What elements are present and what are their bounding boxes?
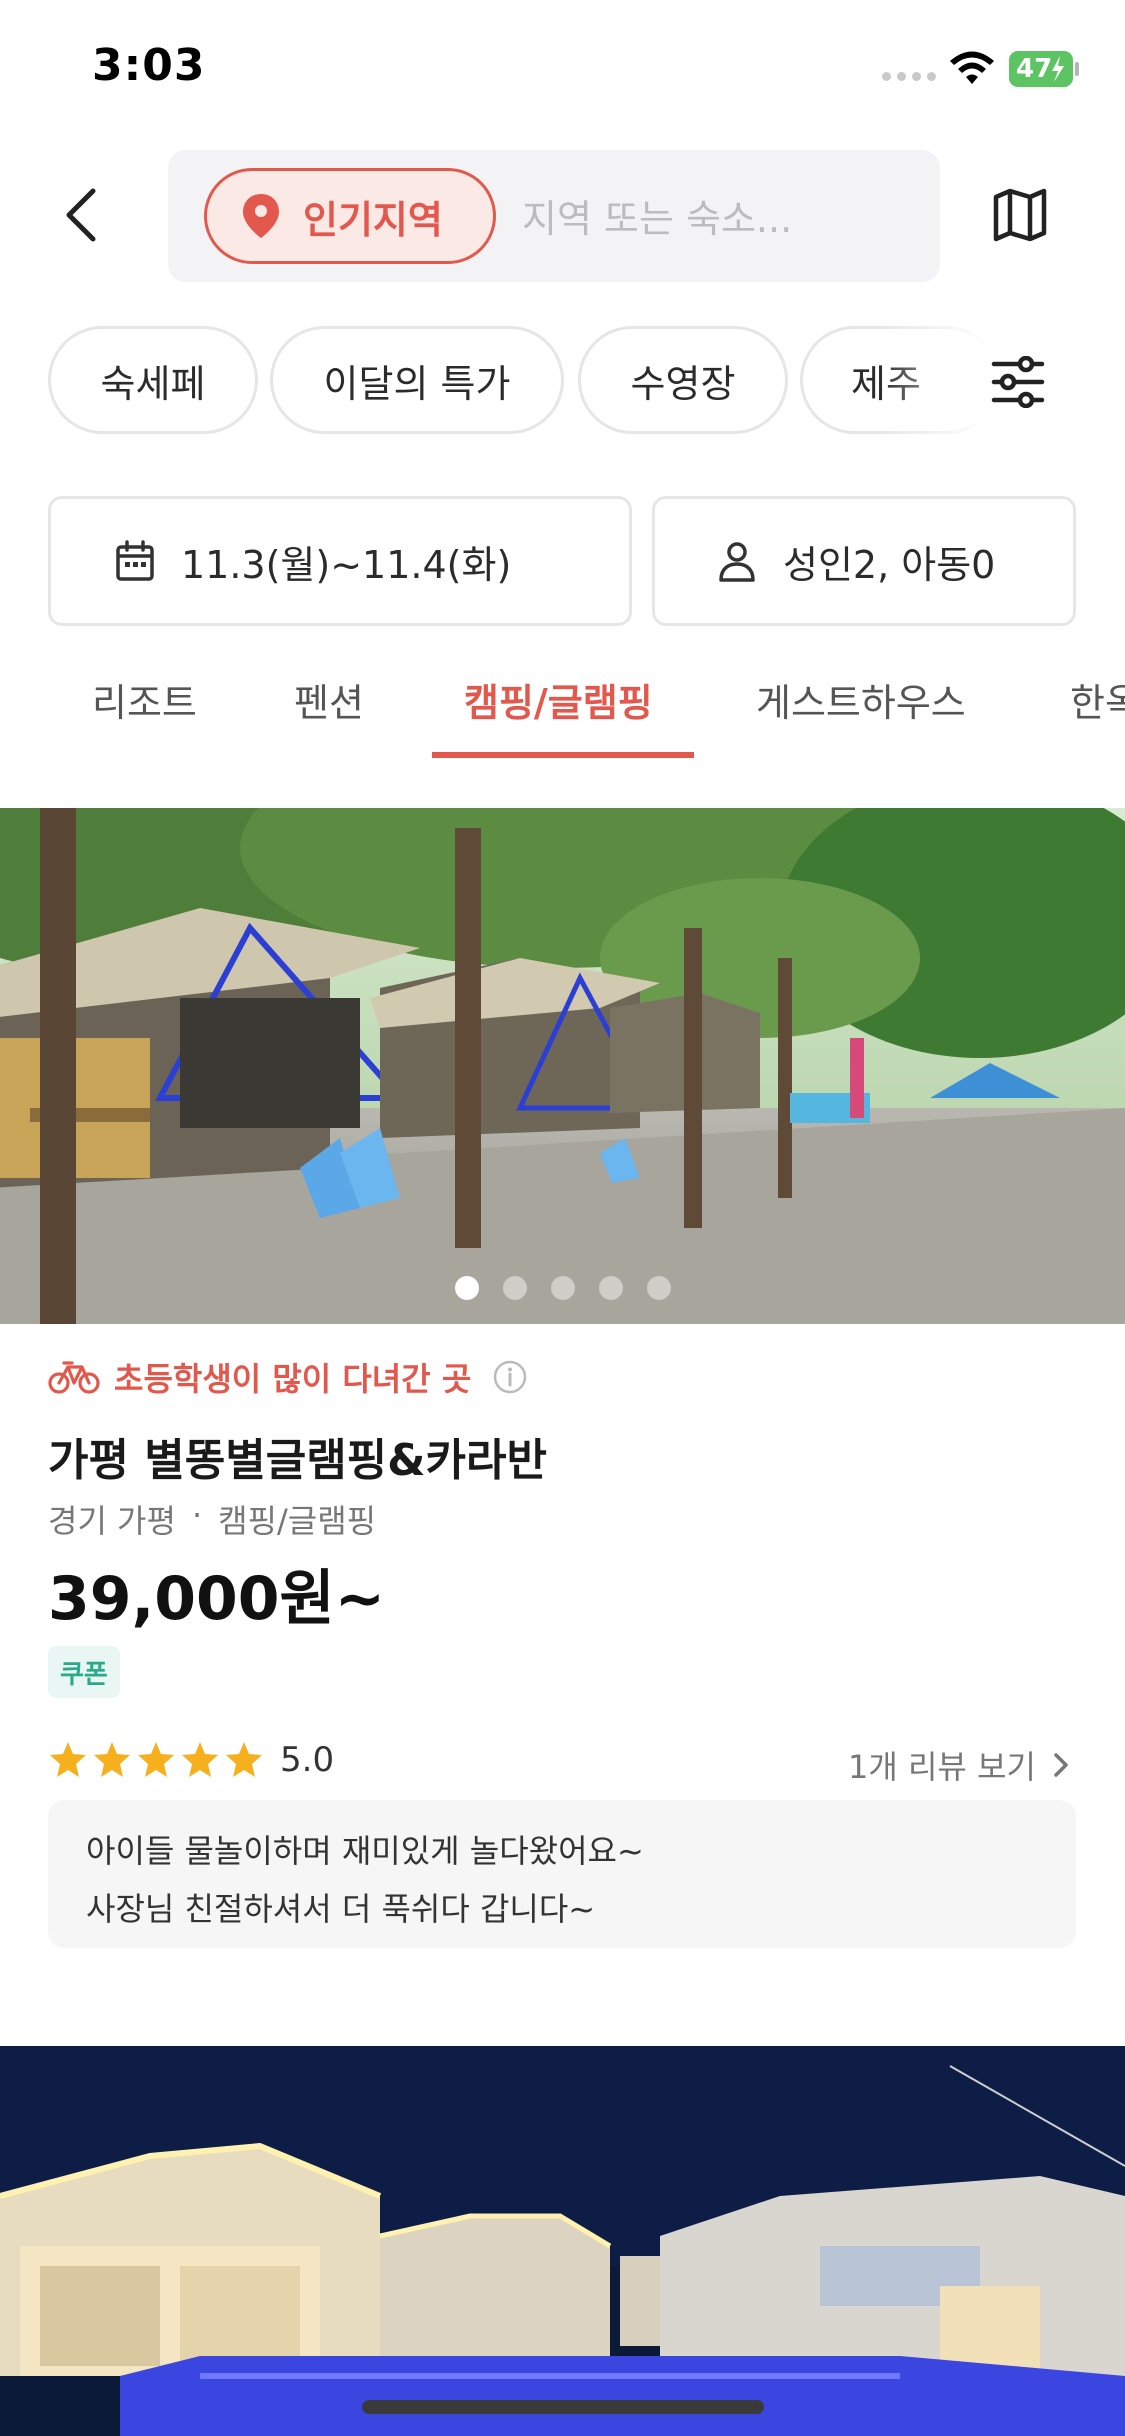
glamping-photo xyxy=(0,808,1125,1324)
listing-region: 경기 가평 xyxy=(48,1502,176,1540)
tab-hanok[interactable]: 한옥 xyxy=(1070,672,1125,727)
carousel-dot xyxy=(502,1276,527,1300)
listing-price: 39,000원~ xyxy=(48,1564,386,1634)
popular-region-chip[interactable]: 인기지역 xyxy=(204,168,496,264)
location-pin-icon xyxy=(243,194,279,238)
listing-badge: 초등학생이 많이 다녀간 곳 xyxy=(48,1354,527,1400)
listing-title[interactable]: 가평 별똥별글램핑&카라반 xyxy=(48,1424,547,1488)
badge-label: 초등학생이 많이 다녀간 곳 xyxy=(114,1360,472,1398)
search-input[interactable]: 지역 또는 숙소... xyxy=(522,188,792,243)
meta-separator: · xyxy=(191,1496,203,1534)
rating-value: 5.0 xyxy=(280,1740,335,1780)
wifi-icon xyxy=(950,51,994,84)
battery-level: 47 xyxy=(1016,54,1053,84)
view-reviews-link[interactable]: 1개 리뷰 보기 xyxy=(848,1742,1070,1788)
star-icon xyxy=(182,1742,218,1777)
guest-selector[interactable]: 성인2, 아동0 xyxy=(652,496,1076,626)
search-bar[interactable]: 인기지역 지역 또는 숙소... xyxy=(168,150,940,282)
listing-meta: 경기 가평 · 캠핑/글램핑 xyxy=(48,1496,376,1542)
date-range-text: 11.3(월)~11.4(화) xyxy=(181,542,512,587)
bicycle-icon xyxy=(48,1361,100,1394)
star-icon xyxy=(226,1742,262,1777)
map-icon[interactable] xyxy=(990,185,1050,245)
region-chip-label: 인기지역 xyxy=(303,197,443,242)
guest-count-text: 성인2, 아동0 xyxy=(783,542,996,587)
status-time: 3:03 xyxy=(92,40,206,91)
info-icon[interactable] xyxy=(493,1360,527,1394)
carousel-indicator xyxy=(0,1276,1125,1300)
chip-festival[interactable]: 숙세페 xyxy=(48,326,258,434)
tab-resort[interactable]: 리조트 xyxy=(92,672,197,727)
cellular-signal-icon xyxy=(882,72,936,81)
tab-guesthouse[interactable]: 게스트하우스 xyxy=(756,672,966,727)
carousel-dot xyxy=(598,1276,623,1300)
status-bar: 3:03 47 xyxy=(0,0,1125,140)
review-line: 아이들 물놀이하며 재미있게 놀다왔어요~ xyxy=(86,1832,644,1870)
category-tabs: 리조트 펜션 캠핑/글램핑 게스트하우스 한옥 xyxy=(0,660,1125,760)
review-snippet[interactable]: 아이들 물놀이하며 재미있게 놀다왔어요~ 사장님 친절하셔서 더 푹쉬다 갑니… xyxy=(48,1800,1076,1948)
carousel-dot xyxy=(646,1276,671,1300)
back-button[interactable] xyxy=(50,180,110,250)
coupon-badge: 쿠폰 xyxy=(48,1646,120,1698)
star-icon xyxy=(138,1742,174,1777)
next-listing-photo[interactable] xyxy=(0,2046,1125,2436)
carousel-dot xyxy=(454,1276,479,1300)
person-icon xyxy=(719,542,755,582)
active-tab-indicator xyxy=(432,752,694,758)
listing-category: 캠핑/글램핑 xyxy=(218,1502,377,1540)
filter-chip-row: 숙세페 이달의 특가 수영장 제주 xyxy=(0,326,1125,434)
filter-settings-icon[interactable] xyxy=(990,356,1046,408)
review-line: 사장님 친절하셔서 더 푹쉬다 갑니다~ xyxy=(86,1890,596,1928)
carousel-dot xyxy=(550,1276,575,1300)
chip-pool[interactable]: 수영장 xyxy=(578,326,788,434)
review-link-label: 1개 리뷰 보기 xyxy=(848,1748,1036,1786)
rating-row: 5.0 xyxy=(48,1740,334,1780)
listing-photo-carousel[interactable] xyxy=(0,808,1125,1324)
date-selector[interactable]: 11.3(월)~11.4(화) xyxy=(48,496,632,626)
chip-monthly-deal[interactable]: 이달의 특가 xyxy=(270,326,564,434)
tab-pension[interactable]: 펜션 xyxy=(294,672,364,727)
calendar-icon xyxy=(116,540,154,581)
chevron-right-icon xyxy=(1054,1753,1068,1777)
night-glamping-photo xyxy=(0,2046,1125,2436)
tab-camping-glamping[interactable]: 캠핑/글램핑 xyxy=(464,672,653,727)
chevron-left-icon xyxy=(66,188,96,242)
home-indicator xyxy=(362,2400,764,2414)
battery-icon: 47 xyxy=(1008,50,1080,88)
star-icon xyxy=(94,1742,130,1777)
star-icon xyxy=(50,1742,86,1777)
